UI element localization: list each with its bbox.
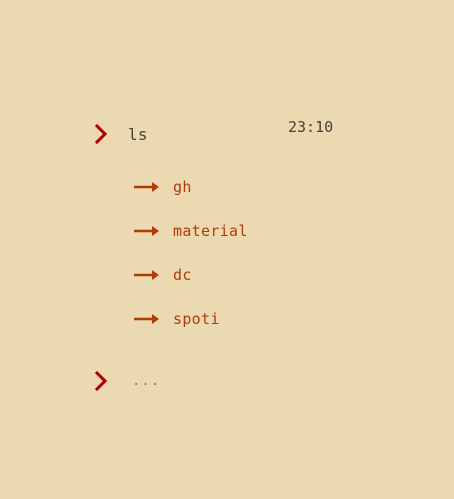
prompt-line: ls [94,124,148,144]
chevron-right-icon [94,371,108,391]
arrow-right-icon [134,268,160,282]
arrow-right-icon [134,224,160,238]
arrow-right-icon [134,180,160,194]
link-item-gh[interactable]: gh [134,176,248,198]
link-label: dc [173,266,192,284]
clock: 23:10 [288,118,334,136]
link-item-dc[interactable]: dc [134,264,248,286]
link-label: gh [173,178,192,196]
arrow-right-icon [134,312,160,326]
next-prompt-line: ... [94,371,160,391]
link-label: material [173,222,248,240]
chevron-right-icon [94,124,108,144]
input-placeholder[interactable]: ... [132,373,160,389]
link-label: spoti [173,310,220,328]
command-text: ls [128,124,148,144]
link-item-spoti[interactable]: spoti [134,308,248,330]
link-list: gh material dc spoti [134,176,248,352]
link-item-material[interactable]: material [134,220,248,242]
